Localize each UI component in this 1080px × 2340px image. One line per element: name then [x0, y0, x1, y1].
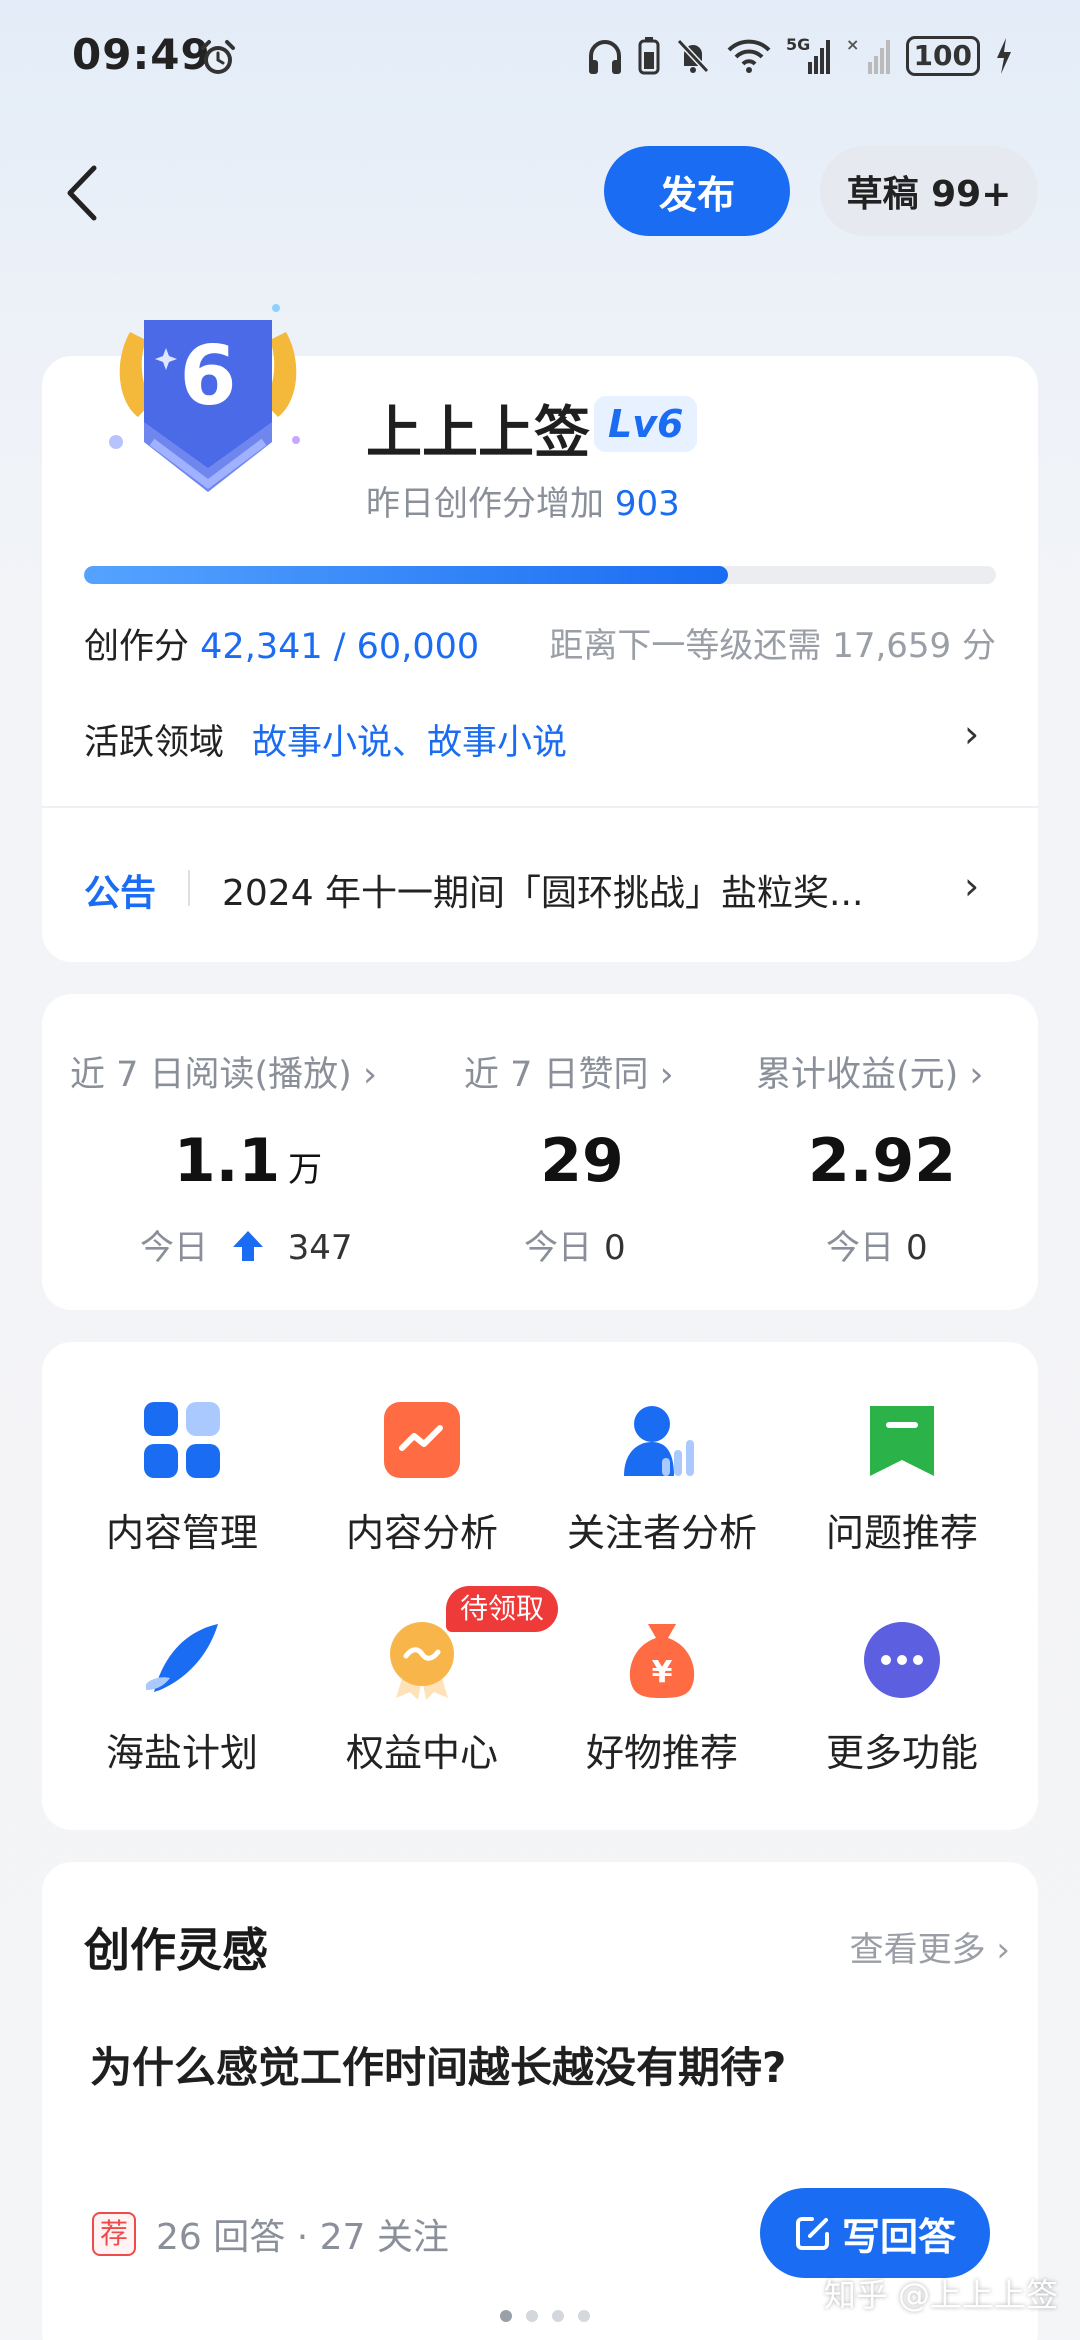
stat-earnings-label[interactable]: 累计收益(元) ›	[756, 1046, 983, 1097]
tool-label: 问题推荐	[825, 1511, 978, 1555]
active-domain-value[interactable]: 故事小说、故事小说	[252, 714, 567, 765]
stat-likes-value: 29	[540, 1126, 624, 1196]
question-meta: 26 回答 · 27 关注	[156, 2217, 449, 2258]
publish-button[interactable]: 发布	[604, 146, 790, 236]
write-answer-label: 写回答	[841, 2214, 956, 2259]
stat-reads-label[interactable]: 近 7 日阅读(播放) ›	[70, 1046, 377, 1097]
svg-text:×: ×	[846, 36, 859, 54]
recommended-tag: 荐	[92, 2212, 136, 2256]
active-domain-label: 活跃领域	[84, 723, 225, 763]
tool-label: 权益中心	[345, 1731, 498, 1775]
yesterday-score: 昨日创作分增加 903	[366, 484, 680, 524]
carousel-dot[interactable]	[500, 2310, 512, 2322]
back-button[interactable]	[60, 160, 110, 226]
alarm-icon	[201, 40, 235, 74]
stat-likes-today: 今日 0	[524, 1228, 626, 1268]
tool-label: 好物推荐	[585, 1731, 738, 1775]
carousel-dot[interactable]	[578, 2310, 590, 2322]
tool-label: 关注者分析	[566, 1511, 757, 1555]
trend-up-icon	[232, 1231, 263, 1261]
tool-benefits-center[interactable]: 权益中心	[302, 1620, 542, 1777]
battery-level: 100	[905, 36, 980, 76]
svg-text:¥: ¥	[652, 1655, 673, 1690]
edit-icon	[795, 2217, 829, 2250]
watermark: 知乎 @上上上签	[823, 2276, 1058, 2314]
notice-text[interactable]: 2024 年十一期间「圆环挑战」盐粒奖...	[222, 864, 863, 916]
more-icon	[864, 1622, 940, 1698]
tool-label: 更多功能	[825, 1731, 978, 1775]
carousel-dots	[500, 2310, 590, 2322]
stat-reads-today: 今日 347	[140, 1228, 353, 1268]
stat-likes-label[interactable]: 近 7 日赞同 ›	[464, 1046, 674, 1097]
score-value: 42,341 / 60,000	[200, 627, 480, 667]
carousel-dot[interactable]	[552, 2310, 564, 2322]
svg-text:5G: 5G	[786, 36, 810, 54]
stat-earnings-today: 今日 0	[826, 1228, 928, 1268]
notice-tag: 公告	[84, 873, 157, 914]
level-badge-number: 6	[179, 329, 236, 424]
inspiration-question[interactable]: 为什么感觉工作时间越长越没有期待?	[90, 2034, 786, 2095]
feather-icon	[146, 1624, 218, 1692]
signal-icon: 5G	[786, 36, 830, 74]
stat-earnings-value: 2.92	[807, 1126, 957, 1196]
notice-chevron-icon[interactable]: ›	[964, 864, 979, 908]
domain-chevron-icon[interactable]: ›	[964, 712, 979, 756]
wifi-icon	[727, 39, 770, 73]
tool-more-features[interactable]: 更多功能	[782, 1620, 1022, 1777]
tool-label: 内容管理	[105, 1511, 258, 1555]
level-pill: Lv6	[594, 396, 698, 452]
tool-good-goods[interactable]: ¥ 好物推荐	[542, 1620, 782, 1777]
signal-2-icon: ×	[846, 36, 890, 74]
stat-reads-value: 1.1 万	[173, 1126, 323, 1196]
follower-chart-icon	[624, 1406, 694, 1476]
mute-icon	[676, 38, 709, 74]
score-progress-fill	[84, 566, 728, 584]
notice-separator	[188, 870, 190, 906]
headphones-icon	[588, 40, 621, 74]
trend-chart-icon	[384, 1402, 460, 1478]
score-progress-bar	[84, 566, 996, 584]
tool-content-management[interactable]: 内容管理	[62, 1400, 302, 1557]
view-more-link[interactable]: 查看更多 ›	[850, 1922, 1010, 1971]
status-time: 09:49	[72, 30, 211, 79]
tool-label: 海盐计划	[105, 1731, 258, 1775]
status-icons: 5G × 100	[586, 36, 1014, 76]
drafts-button[interactable]: 草稿 99+	[820, 146, 1038, 236]
tool-follower-analysis[interactable]: 关注者分析	[542, 1400, 782, 1557]
tool-label: 内容分析	[345, 1511, 498, 1555]
level-badge-icon: 6	[109, 304, 300, 492]
username: 上上上签	[366, 401, 590, 466]
write-answer-button[interactable]: 写回答	[760, 2188, 990, 2278]
divider	[42, 806, 1038, 808]
medal-icon	[390, 1622, 454, 1700]
carousel-dot[interactable]	[526, 2310, 538, 2322]
tool-question-recommend[interactable]: 问题推荐	[782, 1400, 1022, 1557]
next-level-hint: 距离下一等级还需 17,659 分	[549, 626, 996, 666]
tool-content-analysis[interactable]: 内容分析	[302, 1400, 542, 1557]
inspiration-title: 创作灵感	[84, 1923, 268, 1977]
score-summary: 创作分 42,341 / 60,000	[84, 627, 480, 667]
battery-saver-icon	[638, 37, 660, 75]
yesterday-score-value: 903	[614, 484, 680, 524]
grid-icon	[144, 1402, 220, 1478]
charging-icon	[997, 38, 1011, 74]
money-bag-icon: ¥	[629, 1624, 695, 1698]
bookmark-icon	[870, 1406, 934, 1476]
tool-sea-salt-plan[interactable]: 海盐计划	[62, 1620, 302, 1777]
